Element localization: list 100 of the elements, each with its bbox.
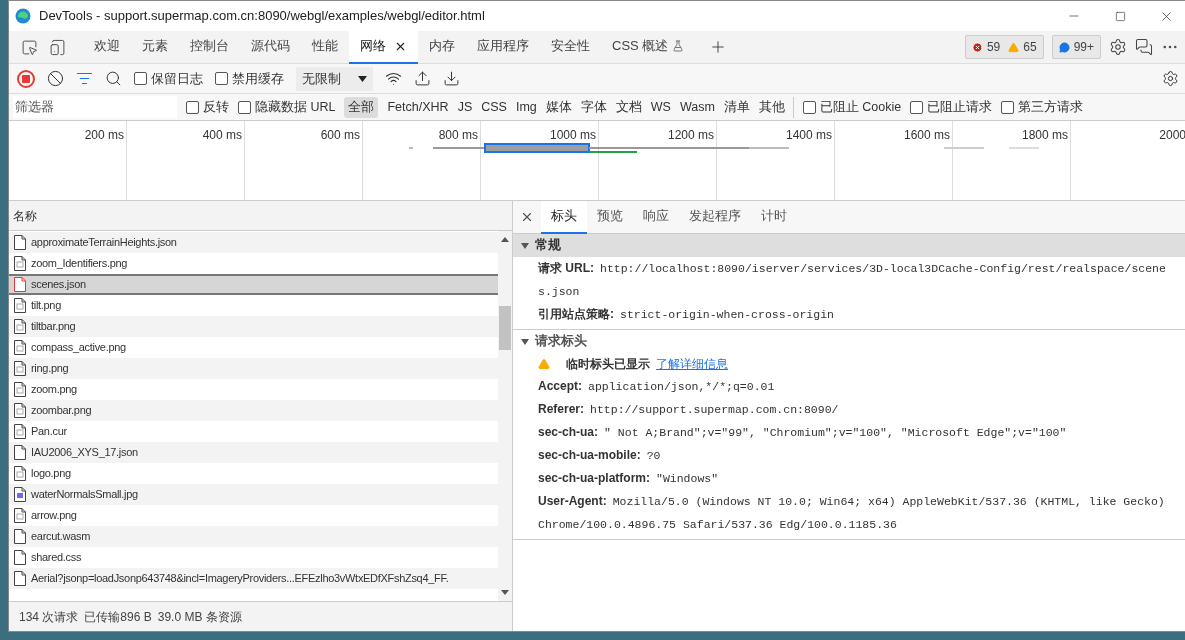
- throttling-dropdown[interactable]: 无限制: [296, 66, 373, 91]
- type-filter-button[interactable]: 全部: [344, 96, 379, 118]
- checkbox[interactable]: 禁用缓存: [215, 68, 284, 89]
- tick-label: 1800 ms: [1021, 127, 1068, 140]
- checkbox[interactable]: 反转: [186, 97, 229, 117]
- checkbox[interactable]: 保留日志: [134, 68, 203, 89]
- scroll-up-icon[interactable]: [501, 237, 509, 242]
- panel-tab[interactable]: 元素: [131, 30, 179, 64]
- type-filter-button[interactable]: WS: [650, 96, 671, 118]
- scrollbar[interactable]: [498, 231, 512, 601]
- status-text: 134 次请求: [19, 608, 79, 626]
- panel-tab[interactable]: 源代码: [240, 30, 301, 64]
- tick-label: 1000 ms: [549, 127, 596, 140]
- issues-counter[interactable]: 59 65: [964, 35, 1044, 59]
- search-icon[interactable]: [105, 70, 122, 87]
- type-filter-button[interactable]: CSS: [481, 96, 507, 118]
- type-filter-button[interactable]: 媒体: [545, 96, 572, 118]
- caret-icon: [358, 75, 367, 82]
- type-filter-button[interactable]: Wasm: [679, 96, 715, 118]
- type-filter-button[interactable]: Fetch/XHR: [387, 96, 449, 118]
- image-file-icon: [14, 361, 26, 376]
- image-file-icon: [14, 487, 26, 502]
- panel-tab[interactable]: 控制台: [179, 30, 240, 64]
- panel-tab[interactable]: 内存: [418, 30, 466, 64]
- file-icon: [14, 571, 26, 586]
- scroll-down-icon[interactable]: [501, 590, 509, 595]
- clear-icon[interactable]: [47, 70, 64, 87]
- message-icon: [1058, 41, 1070, 53]
- request-row[interactable]: scenes.json: [9, 274, 498, 295]
- header-row-text: Accept: application/json,*/*;q=0.01: [538, 378, 776, 395]
- file-icon: [14, 550, 26, 565]
- maximize-icon[interactable]: [1114, 10, 1126, 22]
- image-file-icon: [14, 466, 26, 481]
- status-text: 已传输896 B: [84, 608, 152, 626]
- detail-tab[interactable]: 发起程序: [679, 200, 751, 234]
- notice-text: 临时标头已显示: [566, 356, 650, 373]
- type-filter-button[interactable]: JS: [457, 96, 473, 118]
- request-row[interactable]: IAU2006_XYS_17.json: [9, 442, 498, 463]
- panel-tab[interactable]: 网络: [349, 30, 418, 64]
- tick-label: 600 ms: [320, 127, 360, 140]
- settings-icon[interactable]: [1162, 70, 1179, 87]
- filter-field[interactable]: 筛选器: [13, 96, 177, 118]
- request-row[interactable]: Aerial?jsonp=loadJsonp643748&incl=ImageryProviders...EFEzlho3vWtxEDfXFshZsq4_FF.: [9, 568, 498, 589]
- settings-icon[interactable]: [1109, 38, 1127, 56]
- download-icon[interactable]: [443, 70, 460, 87]
- detail-tab[interactable]: 计时: [751, 200, 797, 234]
- detail-tab[interactable]: 标头: [541, 200, 587, 234]
- tick-label: 200 ms: [84, 127, 124, 140]
- header-row-text: Referer: http://support.supermap.com.cn:8090/: [538, 401, 840, 418]
- upload-icon[interactable]: [414, 70, 431, 87]
- detail-tab[interactable]: 预览: [587, 200, 633, 234]
- image-file-icon: [14, 319, 26, 334]
- type-filter-button[interactable]: Img: [515, 96, 537, 118]
- error-icon: [971, 41, 983, 53]
- request-row[interactable]: zoombar.png: [9, 400, 498, 421]
- panel-tab[interactable]: CSS 概述: [601, 30, 696, 64]
- type-filter-button[interactable]: 其他: [758, 96, 785, 118]
- column-header[interactable]: 名称: [13, 206, 37, 225]
- request-row[interactable]: ring.png: [9, 358, 498, 379]
- file-icon: [14, 529, 26, 544]
- file-icon: [14, 235, 26, 250]
- panel-tab[interactable]: 安全性: [540, 30, 601, 64]
- checkbox[interactable]: 已阻止请求: [910, 97, 993, 117]
- feedback-icon[interactable]: [1135, 38, 1153, 56]
- filter-icon[interactable]: [76, 70, 93, 87]
- panel-tab[interactable]: 应用程序: [466, 30, 540, 64]
- type-filter-button[interactable]: 字体: [580, 96, 607, 118]
- header-row-text: sec-ch-ua-platform: "Windows": [538, 470, 720, 487]
- image-file-icon: [14, 298, 26, 313]
- request-row[interactable]: earcut.wasm: [9, 526, 498, 547]
- checkbox[interactable]: 隐藏数据 URL: [238, 97, 336, 117]
- detail-tab[interactable]: 响应: [633, 200, 679, 234]
- network-conditions-icon[interactable]: [385, 70, 402, 87]
- status-text: 39.0 MB 条资源: [157, 608, 242, 626]
- record-button[interactable]: [17, 69, 35, 88]
- header-row-text: sec-ch-ua: " Not A;Brand";v="99", "Chromium";v="100", "Microsoft Edge";v="100": [538, 424, 1068, 441]
- checkbox[interactable]: 第三方请求: [1001, 97, 1084, 117]
- timeline-overview[interactable]: 200 ms 400 ms 600 ms 800 ms 1000 ms 1200 ms 1400 ms 1600 ms 1800 ms 2000: [9, 121, 1185, 201]
- image-file-icon: [14, 508, 26, 523]
- messages-counter[interactable]: 99+: [1051, 35, 1101, 59]
- type-filter-button[interactable]: 文档: [615, 96, 642, 118]
- request-row[interactable]: approximateTerrainHeights.json: [9, 232, 498, 253]
- header-row-text: sec-ch-ua-mobile: ?0: [538, 447, 662, 464]
- request-row[interactable]: tiltbar.png: [9, 316, 498, 337]
- expanded-caret-icon: [521, 241, 529, 250]
- request-row[interactable]: waterNormalsSmall.jpg: [9, 484, 498, 505]
- header-row-text: 引用站点策略: strict-origin-when-cross-origin: [538, 306, 835, 323]
- type-filter-button[interactable]: 清单: [723, 96, 750, 118]
- section-header[interactable]: 请求标头: [513, 330, 1185, 353]
- image-file-icon: [14, 424, 26, 439]
- window-title: DevTools - support.supermap.com.cn:8090/webgl/examples/webgl/editor.html: [39, 7, 485, 26]
- panel-tab[interactable]: 欢迎: [83, 30, 131, 64]
- learn-more-link[interactable]: 了解详细信息: [656, 355, 728, 373]
- scrollbar-thumb[interactable]: [499, 306, 511, 350]
- image-file-icon: [14, 340, 26, 355]
- section-header[interactable]: 常规: [513, 234, 1185, 257]
- tick-label: 1600 ms: [903, 127, 950, 140]
- checkbox[interactable]: 已阻止 Cookie: [802, 97, 902, 117]
- image-file-icon: [14, 403, 26, 418]
- panel-tab[interactable]: 性能: [301, 30, 349, 64]
